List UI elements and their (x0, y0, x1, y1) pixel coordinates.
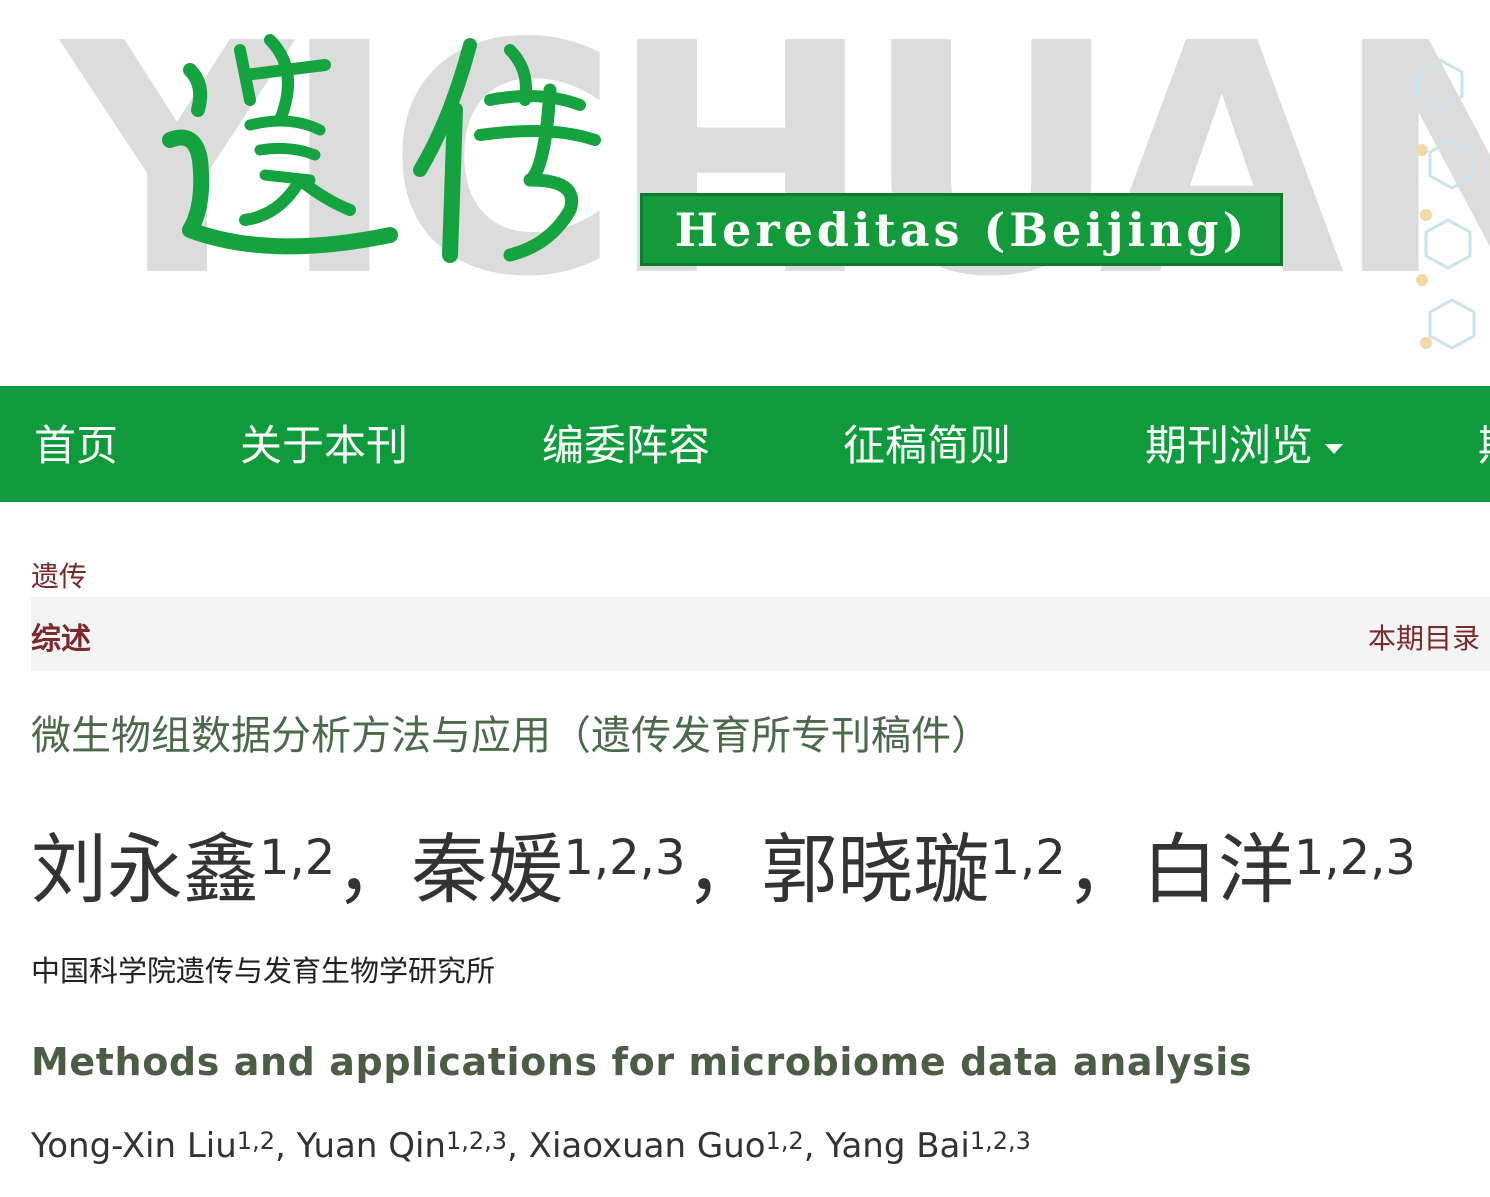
author-name: 白洋 (1141, 825, 1294, 914)
authors-en: Yong-Xin Liu1,2, Yuan Qin1,2,3, Xiaoxuan… (31, 1126, 1031, 1166)
section-name: 综述 (31, 622, 91, 657)
author-separator: ， (685, 825, 762, 914)
nav-item-home[interactable]: 首页 (34, 386, 118, 502)
author-affiliation-sup: 1,2,3 (445, 1127, 508, 1155)
author-affiliation-sup: 1,2 (259, 830, 336, 886)
logo-english-text: Hereditas (Beijing) (674, 202, 1249, 257)
nav-item-browse-dropdown[interactable]: 期刊浏览 (1145, 386, 1344, 502)
author-affiliation-sup: 1,2 (236, 1127, 275, 1155)
affiliation-cn: 中国科学院遗传与发育生物学研究所 (31, 954, 496, 988)
article-title-en: Methods and applications for microbiome … (31, 1040, 1253, 1084)
nav-item-submission-guidelines[interactable]: 征稿简则 (843, 386, 1011, 502)
author-affiliation-sup: 1,2 (989, 830, 1066, 886)
author-name: 刘永鑫 (31, 825, 259, 914)
author-affiliation-sup: 1,2,3 (969, 1127, 1031, 1155)
author-affiliation-sup: 1,2,3 (1293, 830, 1416, 886)
author-name: Yang Bai (825, 1126, 970, 1166)
section-bar: 综述 本期目录 (31, 597, 1490, 671)
nav-item-editorial-board[interactable]: 编委阵容 (542, 386, 710, 502)
nav-item-about[interactable]: 关于本刊 (240, 386, 408, 502)
author-affiliation-sup: 1,2 (765, 1127, 804, 1155)
calligraphy-logo (162, 34, 601, 263)
author-separator: , (274, 1126, 297, 1166)
molecule-decoration (1416, 58, 1476, 350)
author-name: Xiaoxuan Guo (528, 1126, 766, 1166)
author-affiliation-sup: 1,2,3 (563, 830, 686, 886)
logo-english-box: Hereditas (Beijing) (640, 193, 1283, 266)
author-name: Yong-Xin Liu (31, 1126, 237, 1166)
journal-banner: YICHUAN Hereditas (Beijing) (0, 0, 1490, 386)
author-separator: , (507, 1126, 529, 1166)
nav-item-browse-label: 期刊浏览 (1145, 421, 1314, 470)
author-separator: ， (335, 825, 412, 914)
author-name: Yuan Qin (296, 1126, 446, 1166)
issue-toc-link[interactable]: 本期目录 (1368, 617, 1480, 657)
authors-cn: 刘永鑫1,2，秦媛1,2,3，郭晓璇1,2，白洋1,2,3 (31, 808, 1416, 918)
caret-down-icon (1325, 444, 1344, 454)
nav-item-overflow[interactable]: 期 (1478, 386, 1490, 502)
journal-name[interactable]: 遗传 (31, 555, 87, 595)
author-name: 郭晓璇 (761, 825, 990, 914)
author-separator: ， (1065, 825, 1142, 914)
article-title-cn: 微生物组数据分析方法与应用（遗传发育所专刊稿件） (31, 713, 991, 759)
main-nav: 首页 关于本刊 编委阵容 征稿简则 期刊浏览 期 (0, 386, 1490, 502)
author-name: 秦媛 (411, 825, 564, 914)
author-separator: , (803, 1126, 826, 1166)
